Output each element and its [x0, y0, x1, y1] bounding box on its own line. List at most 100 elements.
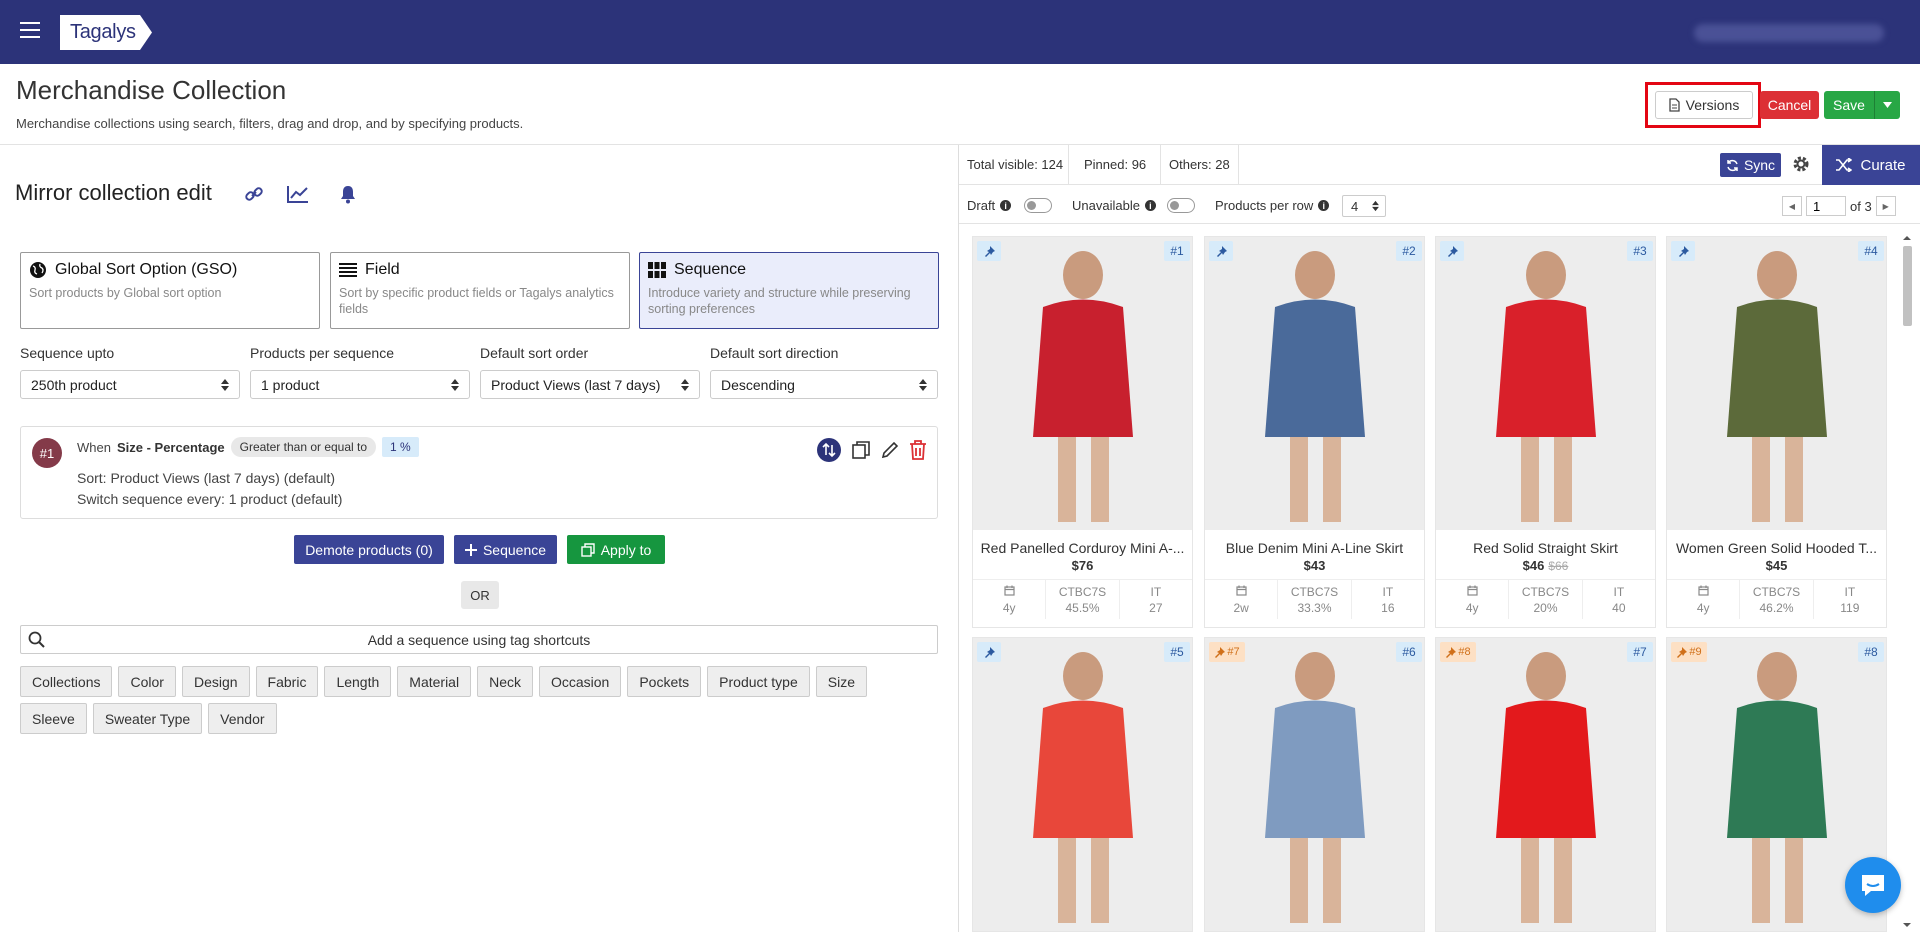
- tag-chip[interactable]: Fabric: [255, 666, 319, 697]
- product-card[interactable]: #2 Blue Denim Mini A-Line Skirt $43 2w CTBC7…: [1204, 236, 1425, 628]
- sort-option-field[interactable]: Field Sort by specific product fields or…: [330, 252, 630, 329]
- pin-badge[interactable]: [977, 642, 1001, 662]
- sequence-upto-select[interactable]: 250th product: [20, 370, 240, 399]
- tag-shortcut-search[interactable]: Add a sequence using tag shortcuts: [20, 625, 938, 654]
- rank-badge: #5: [1164, 642, 1190, 662]
- scroll-down-icon[interactable]: [1900, 920, 1914, 930]
- sync-button[interactable]: Sync: [1720, 153, 1781, 177]
- sort-option-sequence[interactable]: Sequence Introduce variety and structure…: [639, 252, 939, 329]
- tag-chip[interactable]: Sweater Type: [92, 703, 203, 734]
- prev-page-button[interactable]: ◀: [1782, 196, 1802, 216]
- tag-chip[interactable]: Design: [181, 666, 250, 697]
- pin-badge[interactable]: #8: [1440, 642, 1476, 662]
- products-per-sequence-select[interactable]: 1 product: [250, 370, 470, 399]
- apply-to-button[interactable]: Apply to: [567, 535, 665, 564]
- tag-chip[interactable]: Sleeve: [20, 703, 87, 734]
- products-per-row-label: Products per row i: [1215, 198, 1330, 213]
- product-name[interactable]: Red Panelled Corduroy Mini A-...: [973, 540, 1192, 556]
- sort-option-desc: Introduce variety and structure while pr…: [648, 286, 911, 316]
- logo[interactable]: Tagalys: [60, 15, 152, 50]
- unavailable-toggle[interactable]: [1167, 198, 1195, 213]
- product-card[interactable]: #4 Women Green Solid Hooded T... $45 4y CTBC…: [1666, 236, 1887, 628]
- versions-button[interactable]: Versions: [1655, 91, 1753, 119]
- product-grid-scrollbar[interactable]: [1900, 230, 1914, 930]
- calendar-icon: [1698, 585, 1709, 596]
- pin-icon: [1447, 245, 1458, 257]
- curate-label: Curate: [1860, 156, 1906, 174]
- pin-badge[interactable]: #7: [1209, 642, 1245, 662]
- analytics-chart-icon[interactable]: [286, 182, 310, 206]
- save-button[interactable]: Save: [1824, 91, 1900, 119]
- pin-badge[interactable]: [977, 241, 1001, 261]
- edit-pencil-icon[interactable]: [881, 441, 899, 459]
- tag-chip[interactable]: Collections: [20, 666, 113, 697]
- product-card[interactable]: #8 #7: [1435, 637, 1656, 932]
- tag-chip[interactable]: Vendor: [208, 703, 277, 734]
- product-photo: [1205, 638, 1424, 931]
- unavailable-label: Unavailable i: [1072, 198, 1156, 213]
- product-name[interactable]: Red Solid Straight Skirt: [1436, 540, 1655, 556]
- default-sort-direction-select[interactable]: Descending: [710, 370, 938, 399]
- user-account[interactable]: [1694, 24, 1884, 42]
- demote-products-button[interactable]: Demote products (0): [294, 535, 444, 564]
- tag-chip[interactable]: Neck: [477, 666, 533, 697]
- product-photo: [1436, 638, 1655, 931]
- pin-badge[interactable]: [1671, 241, 1695, 261]
- metric-value: 33.3%: [1297, 601, 1332, 615]
- products-per-row-select[interactable]: 4: [1342, 195, 1386, 217]
- curate-button[interactable]: Curate: [1822, 145, 1920, 185]
- product-card[interactable]: #3 Red Solid Straight Skirt $46 $66 4y CTBC7S…: [1435, 236, 1656, 628]
- copy-icon[interactable]: [851, 440, 871, 460]
- cancel-button[interactable]: Cancel: [1760, 91, 1819, 119]
- tag-chip[interactable]: Occasion: [538, 666, 622, 697]
- rank-badge: #1: [1164, 241, 1190, 261]
- metric-age: 4y: [973, 580, 1047, 619]
- tag-chip[interactable]: Size: [815, 666, 867, 697]
- tag-chip[interactable]: Color: [118, 666, 176, 697]
- metric-label: CTBC7S: [1752, 585, 1801, 599]
- tag-chip[interactable]: Pockets: [627, 666, 702, 697]
- tag-chip[interactable]: Length: [324, 666, 392, 697]
- product-card[interactable]: #1 Red Panelled Corduroy Mini A-... $76 4y C…: [972, 236, 1193, 628]
- link-icon[interactable]: [242, 182, 266, 206]
- product-card[interactable]: #5: [972, 637, 1193, 932]
- tag-chip[interactable]: Material: [397, 666, 472, 697]
- metric-ctbc: CTBC7S 46.2%: [1740, 580, 1814, 619]
- hamburger-menu-icon[interactable]: [20, 22, 40, 38]
- metric-value: 27: [1149, 601, 1163, 615]
- save-dropdown-toggle[interactable]: [1874, 91, 1900, 119]
- scroll-thumb[interactable]: [1903, 246, 1912, 326]
- product-name[interactable]: Blue Denim Mini A-Line Skirt: [1205, 540, 1424, 556]
- sequence-rule-card: #1 When Size - Percentage Greater than o…: [20, 426, 938, 519]
- chat-widget-button[interactable]: [1845, 857, 1901, 913]
- product-name[interactable]: Women Green Solid Hooded T...: [1667, 540, 1886, 556]
- trash-icon[interactable]: [909, 440, 927, 460]
- rule-number-badge: #1: [32, 438, 62, 468]
- sort-option-title: Global Sort Option (GSO): [55, 261, 238, 278]
- pin-badge[interactable]: [1209, 241, 1233, 261]
- add-sequence-button[interactable]: Sequence: [454, 535, 557, 564]
- bell-icon[interactable]: [336, 182, 360, 206]
- scroll-up-icon[interactable]: [1900, 233, 1914, 243]
- product-card[interactable]: #7 #6: [1204, 637, 1425, 932]
- page-number-input[interactable]: [1806, 196, 1846, 216]
- gear-icon[interactable]: [1792, 155, 1810, 173]
- collection-title: Mirror collection edit: [15, 180, 212, 205]
- swap-order-icon[interactable]: [817, 438, 841, 462]
- rule-sort: Sort: Product Views (last 7 days) (defau…: [77, 470, 336, 486]
- current-price: $76: [1071, 558, 1094, 573]
- draft-toggle[interactable]: [1024, 198, 1052, 213]
- plus-icon: [464, 543, 477, 556]
- default-sort-order-select[interactable]: Product Views (last 7 days): [480, 370, 700, 399]
- sort-option-gso[interactable]: Global Sort Option (GSO) Sort products b…: [20, 252, 320, 329]
- save-label: Save: [1833, 97, 1865, 113]
- grid-icon: [648, 262, 666, 278]
- rule-actions: [817, 438, 927, 462]
- next-page-button[interactable]: ▶: [1875, 196, 1896, 216]
- pin-badge[interactable]: #9: [1671, 642, 1707, 662]
- add-sequence-label: Sequence: [482, 541, 547, 558]
- metric-value: 46.2%: [1759, 601, 1794, 615]
- pin-badge[interactable]: [1440, 241, 1464, 261]
- tag-chip[interactable]: Product type: [707, 666, 810, 697]
- product-photo: [973, 237, 1192, 530]
